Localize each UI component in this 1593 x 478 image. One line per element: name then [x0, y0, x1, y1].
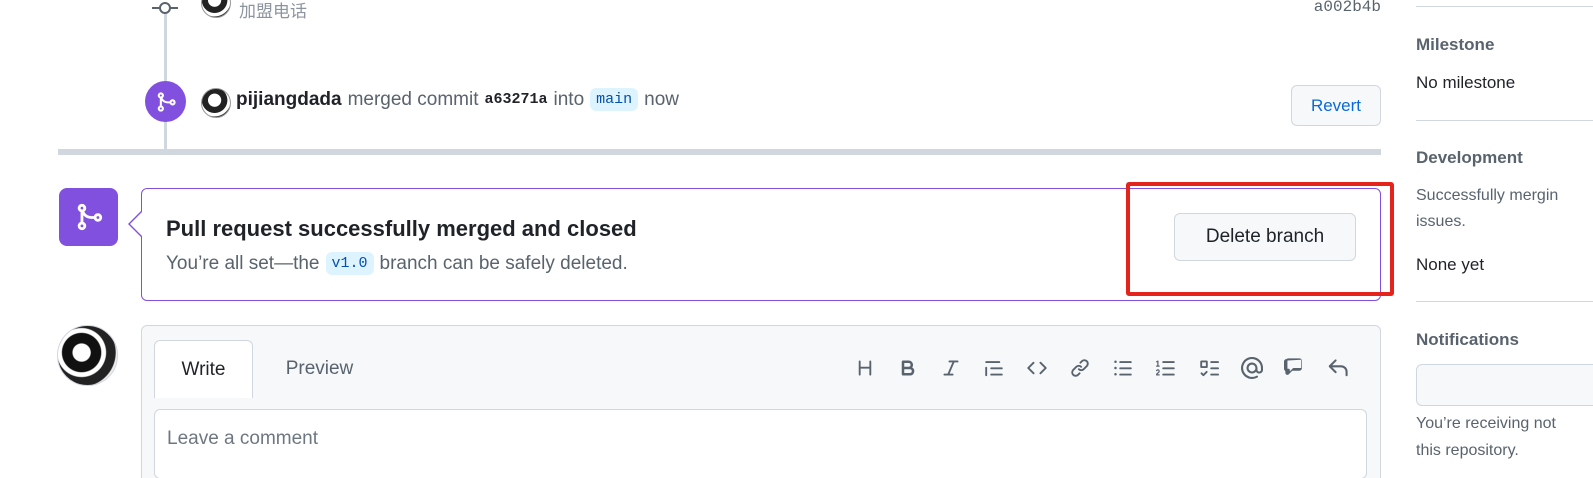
reply-icon[interactable] — [1323, 353, 1353, 383]
merge-desc-suffix: branch can be safely deleted. — [379, 252, 628, 274]
target-branch-chip[interactable]: main — [590, 88, 639, 111]
notifications-heading: Notifications — [1416, 330, 1519, 349]
markdown-toolbar — [850, 352, 1353, 384]
numbered-list-icon[interactable] — [1151, 353, 1181, 383]
notifications-subscribe-button[interactable] — [1416, 364, 1593, 406]
git-merge-glyph-icon — [157, 91, 176, 112]
merge-desc-prefix: You’re all set—the — [166, 252, 320, 274]
git-merge-icon — [145, 81, 186, 122]
task-list-icon[interactable] — [1194, 353, 1224, 383]
notifications-description-line2: this repository. — [1416, 442, 1519, 459]
heading-icon[interactable] — [850, 353, 880, 383]
comment-textarea-wrapper — [154, 409, 1367, 478]
comment-textarea[interactable] — [155, 410, 1366, 478]
current-user-avatar[interactable] — [57, 325, 118, 386]
development-description-line2: issues. — [1416, 213, 1466, 230]
milestone-value: No milestone — [1416, 73, 1516, 92]
milestone-heading[interactable]: Milestone — [1416, 35, 1494, 55]
commit-message[interactable]: 加盟电话 — [239, 0, 307, 22]
highlight-annotation — [1126, 182, 1394, 296]
merge-event-text: pijiangdada merged commit a63271a into m… — [236, 88, 679, 111]
development-value: None yet — [1416, 255, 1485, 274]
merge-status-description: You’re all set—the v1.0 branch can be sa… — [166, 252, 628, 275]
quote-icon[interactable] — [979, 353, 1009, 383]
link-icon[interactable] — [1065, 353, 1095, 383]
merge-action-text: merged commit — [347, 88, 479, 110]
source-branch-chip[interactable]: v1.0 — [325, 252, 374, 275]
bold-icon[interactable] — [893, 353, 923, 383]
commit-author-avatar[interactable] — [201, 0, 231, 18]
merge-status-icon — [59, 188, 118, 246]
development-description-line1: Successfully mergin — [1416, 187, 1559, 204]
mention-icon[interactable] — [1237, 353, 1267, 383]
notifications-description-line1: You’re receiving not — [1416, 415, 1556, 432]
bulleted-list-icon[interactable] — [1108, 353, 1138, 383]
git-commit-icon — [152, 2, 178, 14]
merge-actor-link[interactable]: pijiangdada — [236, 89, 342, 111]
italic-icon[interactable] — [936, 353, 966, 383]
cross-reference-icon[interactable] — [1280, 353, 1310, 383]
code-icon[interactable] — [1022, 353, 1052, 383]
merge-preposition: into — [553, 88, 585, 110]
commit-sha[interactable]: a002b4b — [1314, 0, 1381, 16]
merge-time[interactable]: now — [644, 89, 679, 111]
git-merge-icon — [77, 203, 102, 231]
sidebar-divider — [1416, 6, 1593, 7]
sidebar-divider — [1416, 120, 1593, 121]
development-heading[interactable]: Development — [1416, 148, 1523, 168]
merge-actor-avatar[interactable] — [201, 88, 231, 118]
tab-write[interactable]: Write — [154, 340, 253, 398]
merge-box-caret-fill — [130, 211, 143, 237]
sidebar-divider — [1416, 301, 1593, 302]
tab-preview[interactable]: Preview — [270, 340, 369, 398]
merge-commit-sha[interactable]: a63271a — [485, 91, 548, 108]
revert-button[interactable]: Revert — [1291, 85, 1381, 126]
merge-status-title: Pull request successfully merged and clo… — [166, 216, 637, 241]
timeline-divider — [58, 149, 1381, 155]
